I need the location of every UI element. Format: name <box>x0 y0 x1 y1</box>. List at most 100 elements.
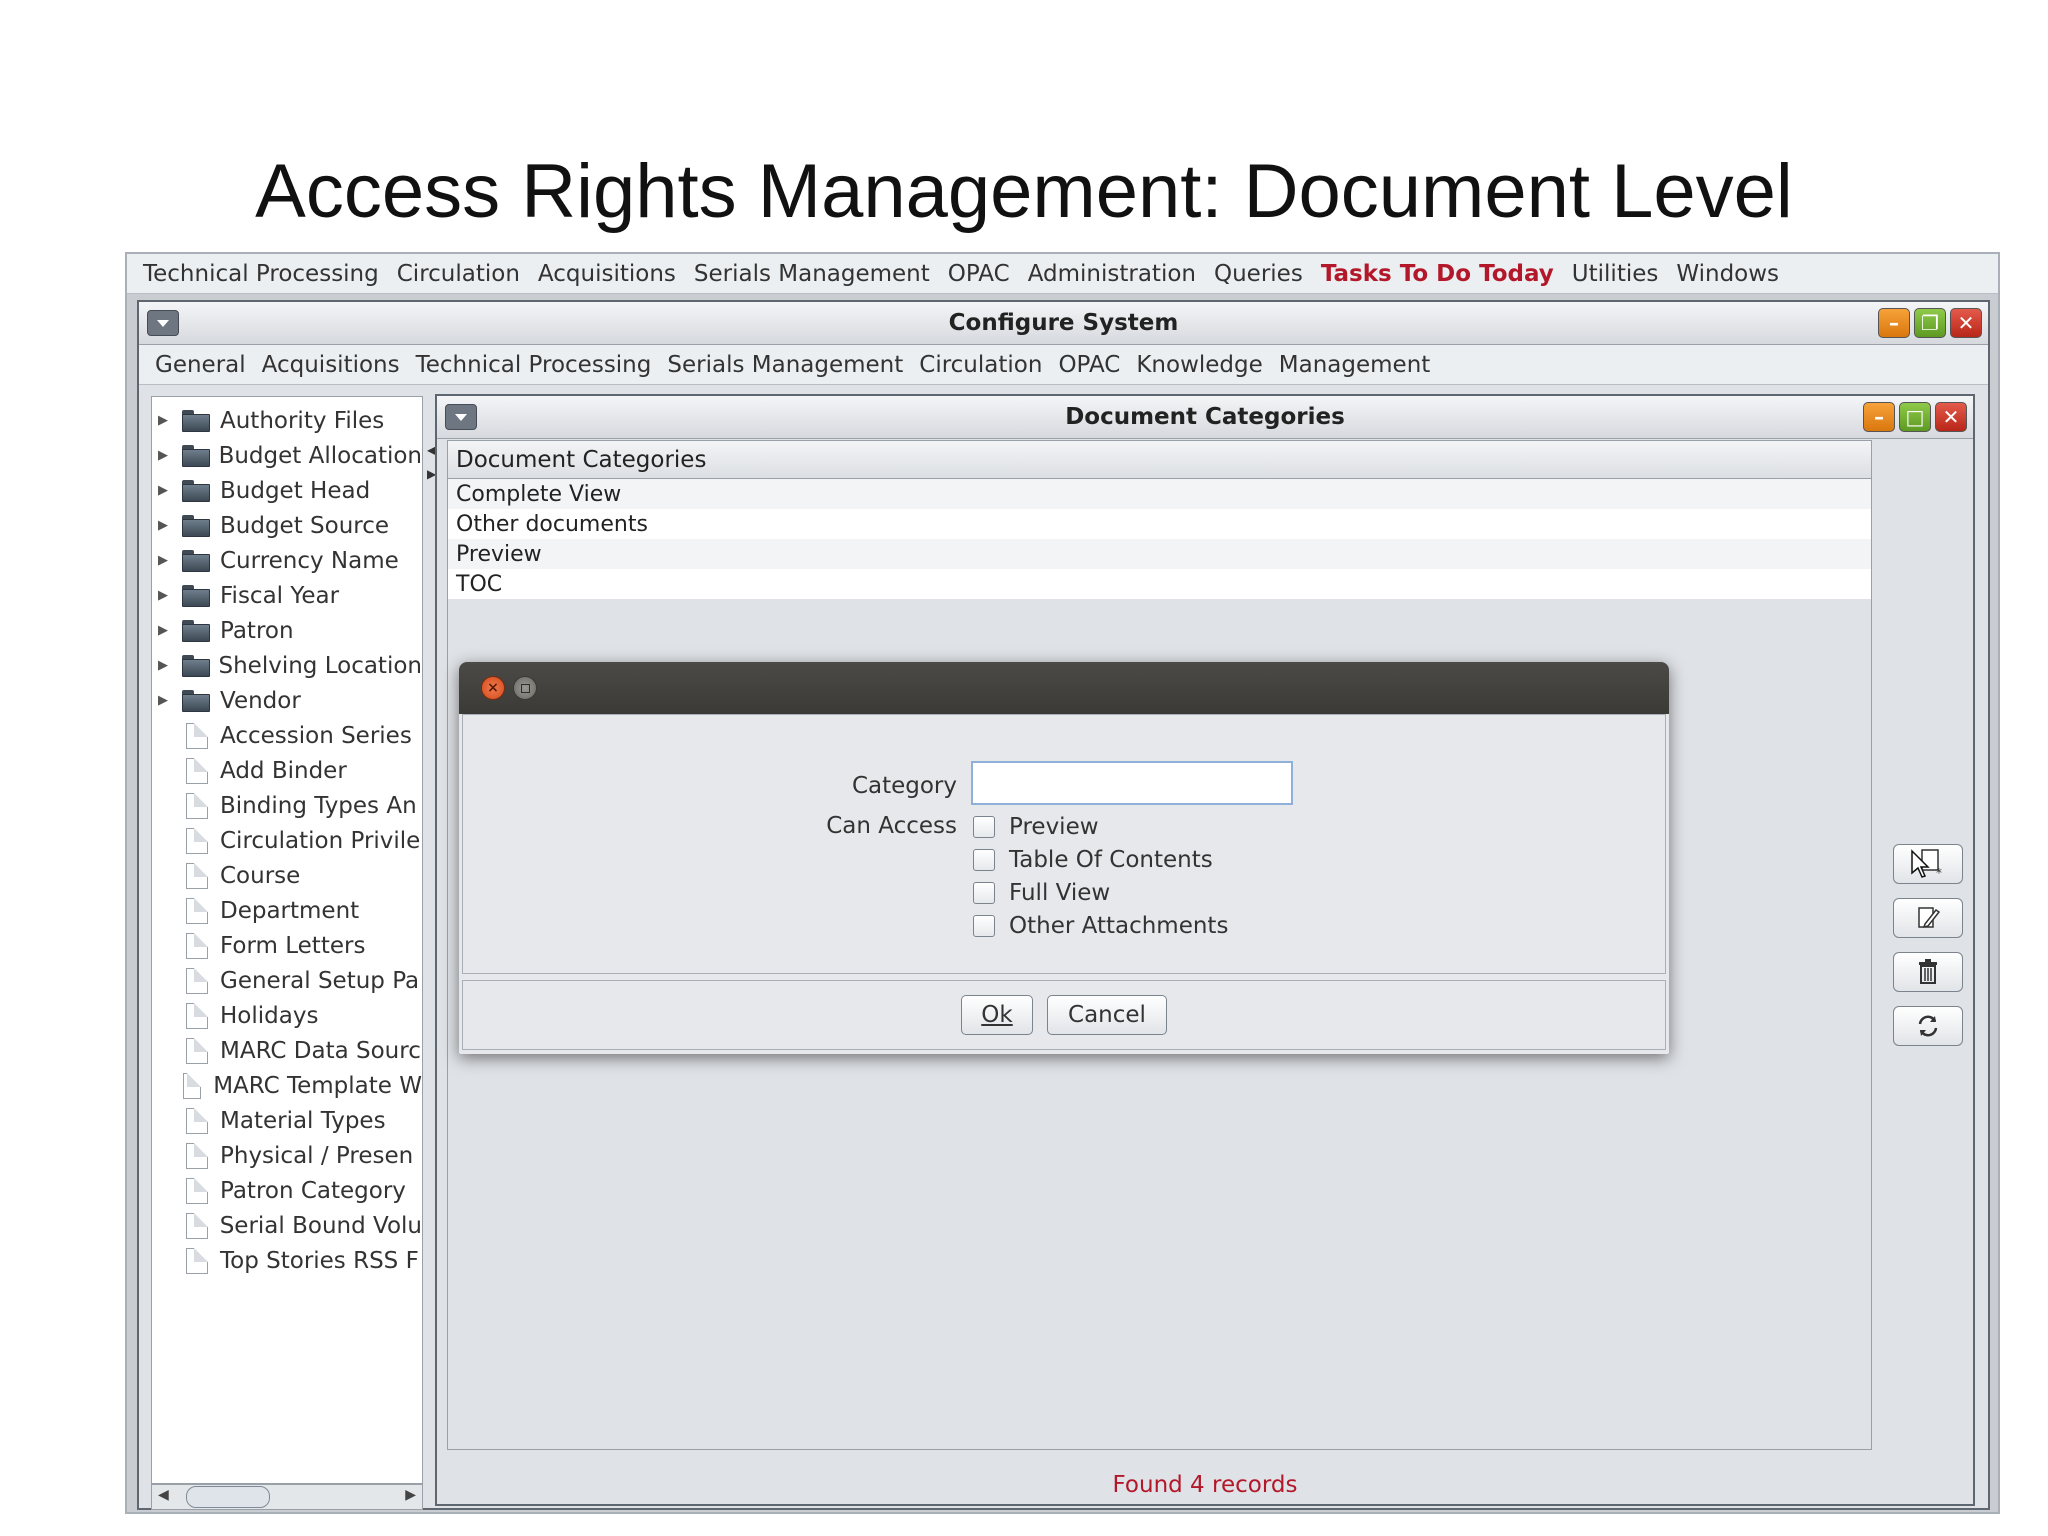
scrollbar-thumb[interactable] <box>186 1486 270 1508</box>
document-categories-titlebar[interactable]: Document Categories – □ ✕ <box>437 396 1973 439</box>
option-other-attachments[interactable]: Other Attachments <box>973 913 1228 939</box>
table-row[interactable]: Preview <box>448 539 1871 569</box>
menu-acquisitions[interactable]: Acquisitions <box>538 261 676 287</box>
tree-leaf[interactable]: MARC Data Sourc <box>152 1033 422 1068</box>
expand-arrow-icon[interactable]: ▶ <box>158 413 172 428</box>
tree-leaf[interactable]: Course <box>152 858 422 893</box>
expand-arrow-icon[interactable]: ▶ <box>158 693 172 708</box>
document-icon <box>186 1247 208 1274</box>
main-menu-bar: Technical Processing Circulation Acquisi… <box>127 254 1998 294</box>
expand-arrow-icon[interactable]: ▶ <box>158 448 172 463</box>
expand-arrow-icon[interactable]: ▶ <box>158 553 172 568</box>
cancel-button[interactable]: Cancel <box>1047 995 1167 1035</box>
menu-queries[interactable]: Queries <box>1214 261 1303 287</box>
menu-circulation[interactable]: Circulation <box>397 261 520 287</box>
tree-leaf[interactable]: Form Letters <box>152 928 422 963</box>
tree-leaf[interactable]: Add Binder <box>152 753 422 788</box>
minimize-icon[interactable]: – <box>1878 308 1910 338</box>
preview-checkbox[interactable] <box>973 816 995 838</box>
window-menu-icon[interactable] <box>445 404 477 430</box>
window-menu-icon[interactable] <box>147 310 179 336</box>
document-icon <box>183 1072 202 1099</box>
tree-folder[interactable]: ▶ Budget Allocation <box>152 438 422 473</box>
ok-button[interactable]: Ok <box>961 995 1033 1035</box>
tree-folder[interactable]: ▶ Patron <box>152 613 422 648</box>
checkbox-label: Other Attachments <box>1009 913 1229 939</box>
menu-tasks-to-do-today[interactable]: Tasks To Do Today <box>1321 261 1554 287</box>
submenu-general[interactable]: General <box>155 352 246 378</box>
submenu-serials-management[interactable]: Serials Management <box>667 352 903 378</box>
tree-leaf[interactable]: Patron Category <box>152 1173 422 1208</box>
submenu-management[interactable]: Management <box>1279 352 1431 378</box>
tree-folder[interactable]: ▶ Budget Source <box>152 508 422 543</box>
option-preview[interactable]: Preview <box>973 814 1099 840</box>
menu-serials-management[interactable]: Serials Management <box>694 261 930 287</box>
tree-leaf[interactable]: MARC Template W <box>152 1068 422 1103</box>
folder-icon <box>182 584 210 607</box>
maximize-icon[interactable]: □ <box>1899 402 1931 432</box>
tree-leaf[interactable]: Accession Series <box>152 718 422 753</box>
table-row[interactable]: Other documents <box>448 509 1871 539</box>
configure-system-titlebar[interactable]: Configure System – ❐ ✕ <box>139 302 1988 345</box>
document-icon <box>186 1002 208 1029</box>
scroll-left-icon[interactable]: ◀ <box>158 1487 169 1503</box>
expand-arrow-icon[interactable]: ▶ <box>158 658 172 673</box>
dialog-maximize-icon[interactable] <box>513 676 537 700</box>
category-dialog: × Category Can Access Preview Table Of C… <box>459 662 1669 1054</box>
tree-leaf[interactable]: Top Stories RSS F <box>152 1243 422 1278</box>
edit-button[interactable] <box>1893 898 1963 938</box>
expand-arrow-icon[interactable]: ▶ <box>158 588 172 603</box>
close-icon[interactable]: ✕ <box>1950 308 1982 338</box>
menu-technical-processing[interactable]: Technical Processing <box>143 261 379 287</box>
tree-leaf[interactable]: Binding Types An <box>152 788 422 823</box>
refresh-button[interactable] <box>1893 1006 1963 1046</box>
document-icon <box>186 932 208 959</box>
scroll-right-icon[interactable]: ▶ <box>405 1487 416 1503</box>
submenu-opac[interactable]: OPAC <box>1058 352 1120 378</box>
table-header[interactable]: Document Categories <box>448 441 1871 479</box>
submenu-acquisitions[interactable]: Acquisitions <box>262 352 400 378</box>
tree-leaf[interactable]: Physical / Presen <box>152 1138 422 1173</box>
expand-arrow-icon[interactable]: ▶ <box>158 623 172 638</box>
tree-leaf[interactable]: Serial Bound Volu <box>152 1208 422 1243</box>
tree-leaf[interactable]: Material Types <box>152 1103 422 1138</box>
new-record-button[interactable]: * <box>1893 844 1963 884</box>
tree-horizontal-scrollbar[interactable]: ◀ ▶ <box>151 1484 423 1510</box>
restore-icon[interactable]: ❐ <box>1914 308 1946 338</box>
dialog-close-icon[interactable]: × <box>481 676 505 700</box>
submenu-technical-processing[interactable]: Technical Processing <box>416 352 652 378</box>
menu-utilities[interactable]: Utilities <box>1572 261 1659 287</box>
table-of-contents-checkbox[interactable] <box>973 849 995 871</box>
dialog-titlebar[interactable]: × <box>459 662 1669 714</box>
minimize-icon[interactable]: – <box>1863 402 1895 432</box>
delete-button[interactable] <box>1893 952 1963 992</box>
tree-folder[interactable]: ▶ Currency Name <box>152 543 422 578</box>
config-menu-bar: General Acquisitions Technical Processin… <box>139 345 1988 385</box>
tree-folder[interactable]: ▶ Fiscal Year <box>152 578 422 613</box>
menu-windows[interactable]: Windows <box>1676 261 1779 287</box>
option-table-of-contents[interactable]: Table Of Contents <box>973 847 1213 873</box>
other-attachments-checkbox[interactable] <box>973 915 995 937</box>
tree-leaf[interactable]: Circulation Privile <box>152 823 422 858</box>
tree-folder[interactable]: ▶ Authority Files <box>152 403 422 438</box>
tree-folder[interactable]: ▶ Shelving Location <box>152 648 422 683</box>
submenu-circulation[interactable]: Circulation <box>919 352 1042 378</box>
menu-administration[interactable]: Administration <box>1028 261 1196 287</box>
tree-leaf[interactable]: Holidays <box>152 998 422 1033</box>
table-row[interactable]: TOC <box>448 569 1871 599</box>
tree-folder[interactable]: ▶ Budget Head <box>152 473 422 508</box>
tree-leaf[interactable]: General Setup Pa <box>152 963 422 998</box>
submenu-knowledge[interactable]: Knowledge <box>1136 352 1262 378</box>
category-input[interactable] <box>971 761 1293 805</box>
folder-icon <box>182 619 210 642</box>
tree-folder[interactable]: ▶ Vendor <box>152 683 422 718</box>
full-view-checkbox[interactable] <box>973 882 995 904</box>
option-full-view[interactable]: Full View <box>973 880 1110 906</box>
expand-arrow-icon[interactable]: ▶ <box>158 518 172 533</box>
tree-leaf[interactable]: Department <box>152 893 422 928</box>
folder-icon <box>181 444 210 467</box>
menu-opac[interactable]: OPAC <box>948 261 1010 287</box>
close-icon[interactable]: ✕ <box>1935 402 1967 432</box>
table-row[interactable]: Complete View <box>448 479 1871 509</box>
expand-arrow-icon[interactable]: ▶ <box>158 483 172 498</box>
